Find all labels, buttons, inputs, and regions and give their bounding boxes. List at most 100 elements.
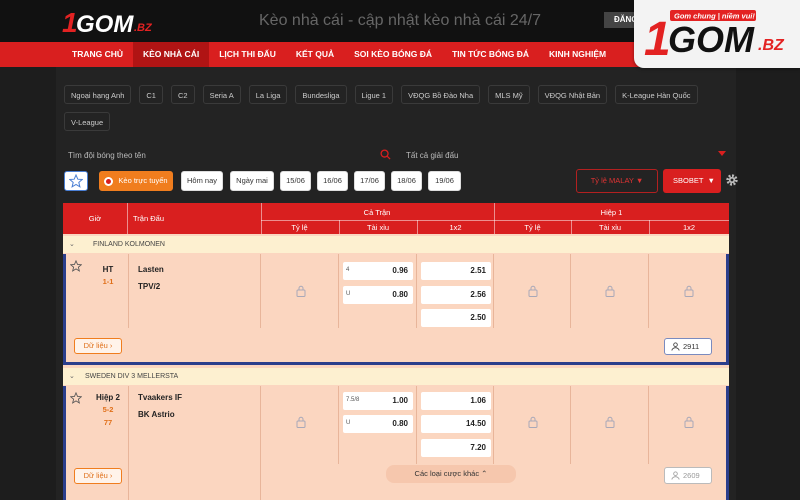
handicap-line: U — [346, 291, 351, 297]
team-search-input[interactable]: Tìm đội bóng theo tên — [68, 151, 146, 160]
odds-type-select[interactable]: Tỷ lệ MALAY ▼ — [576, 169, 658, 193]
bettor-count[interactable]: 2911 — [664, 338, 712, 355]
header-first-half: Hiệp 1 — [600, 208, 623, 217]
header-time: Giờ — [88, 214, 102, 223]
league-chip[interactable]: Ligue 1 — [354, 85, 394, 104]
odds-draw[interactable]: 14.50 — [421, 415, 491, 433]
caret-down-icon: ▼ — [707, 176, 715, 185]
lock-icon — [296, 416, 306, 428]
nav-results[interactable]: KẾT QUẢ — [286, 42, 344, 67]
bookmaker-select[interactable]: SBOBET ▼ — [663, 169, 721, 193]
svg-text:Gom chung | niềm vui!: Gom chung | niềm vui! — [674, 12, 755, 21]
odds-value: 2.56 — [470, 290, 486, 299]
league-chip[interactable]: MLS Mỹ — [488, 85, 530, 104]
data-button-label: Dữ liệu — [83, 341, 108, 350]
caret-down-icon: ▼ — [635, 176, 644, 185]
league-name: FINLAND KOLMONEN — [93, 241, 165, 248]
filter-bar: Kèo trực tuyến Hôm nay Ngày mai 15/06 16… — [64, 169, 738, 193]
more-bets-label: Các loại cược khác — [414, 469, 480, 478]
bettor-count[interactable]: 2609 — [664, 467, 712, 484]
odds-over[interactable]: 7.5/8 1.00 — [343, 392, 413, 410]
odds-home-win[interactable]: 2.51 — [421, 262, 491, 280]
person-icon — [671, 471, 680, 480]
tomorrow-button[interactable]: Ngày mai — [230, 171, 274, 191]
league-chip[interactable]: VĐQG Bồ Đào Nha — [401, 85, 481, 104]
tournament-select[interactable]: Tất cả giải đấu — [406, 151, 458, 160]
header-match: Trận Đấu — [133, 214, 164, 223]
date-button[interactable]: 18/06 — [391, 171, 422, 191]
league-header[interactable]: ⌄ SWEDEN DIV 3 MELLERSTA — [63, 368, 729, 385]
away-team: TPV/2 — [138, 282, 161, 291]
league-filter-list: Ngoại hạng Anh C1 C2 Seria A La Liga Bun… — [64, 85, 724, 131]
chevron-down-icon[interactable]: ⌄ — [69, 236, 75, 253]
league-header[interactable]: ⌄ FINLAND KOLMONEN — [63, 236, 729, 253]
nav-odds[interactable]: KÈO NHÀ CÁI — [133, 42, 210, 67]
data-button[interactable]: Dữ liệu › — [74, 338, 122, 354]
date-button[interactable]: 17/06 — [354, 171, 385, 191]
favorite-filter-button[interactable] — [64, 171, 88, 191]
lock-icon — [605, 416, 615, 428]
league-chip[interactable]: C1 — [139, 85, 163, 104]
away-team: BK Astrio — [138, 410, 175, 419]
nav-predictions[interactable]: SOI KÈO BÓNG ĐÁ — [344, 42, 442, 67]
chevron-down-icon[interactable]: ⌄ — [69, 368, 75, 385]
date-button[interactable]: 15/06 — [280, 171, 311, 191]
star-icon[interactable] — [70, 260, 82, 272]
odds-over[interactable]: 4 0.96 — [343, 262, 413, 280]
lock-icon — [528, 416, 538, 428]
header-full-match: Cả Trận — [363, 208, 391, 217]
match-score: 5-2 — [102, 405, 114, 414]
odds-draw[interactable]: 2.56 — [421, 286, 491, 304]
odds-value: 0.80 — [392, 419, 408, 428]
lock-icon — [296, 285, 306, 297]
header-1x2: 1x2 — [682, 223, 696, 232]
header-over-under: Tài xỉu — [598, 223, 622, 232]
league-chip[interactable]: VĐQG Nhật Bản — [537, 85, 608, 104]
chevron-up-icon: ⌃ — [481, 469, 488, 478]
odds-under[interactable]: U 0.80 — [343, 286, 413, 304]
league-chip[interactable]: V-League — [64, 112, 111, 131]
league-chip[interactable]: Ngoại hạng Anh — [64, 85, 132, 104]
caret-down-icon[interactable] — [718, 151, 726, 156]
date-button[interactable]: 16/06 — [317, 171, 348, 191]
odds-away-win[interactable]: 7.20 — [421, 439, 491, 457]
site-logo-large[interactable]: 1 GOM .BZ Gom chung | niềm vui! — [634, 0, 800, 68]
nav-experience[interactable]: KINH NGHIỆM — [539, 42, 616, 67]
lock-icon — [684, 416, 694, 428]
nav-schedule[interactable]: LỊCH THI ĐẤU — [209, 42, 286, 67]
league-chip[interactable]: C2 — [170, 85, 195, 104]
match-minute: 77 — [103, 418, 113, 427]
odds-home-win[interactable]: 1.06 — [421, 392, 491, 410]
league-chip[interactable]: Bundesliga — [295, 85, 347, 104]
league-chip[interactable]: Seria A — [202, 85, 241, 104]
table-header: Giờ Trận Đấu Cả Trận Hiệp 1 Tỷ lệ Tài xỉ… — [63, 203, 729, 234]
svg-text:.BZ: .BZ — [758, 37, 785, 54]
match-row: HT 1-1 Lasten TPV/2 4 0.96 U 0.80 2.51 2.5… — [63, 254, 729, 328]
odds-value: 1.06 — [470, 396, 486, 405]
match-footer: Dữ liệu › 2911 — [63, 328, 729, 365]
gear-icon[interactable] — [725, 173, 739, 187]
league-chip[interactable]: La Liga — [248, 85, 288, 104]
nav-home[interactable]: TRANG CHỦ — [62, 42, 133, 67]
match-score: 1-1 — [102, 277, 114, 286]
live-odds-button[interactable]: Kèo trực tuyến — [99, 171, 173, 191]
match-time: HT — [102, 265, 114, 274]
svg-text:GOM: GOM — [668, 19, 755, 60]
odds-away-win[interactable]: 2.50 — [421, 309, 491, 327]
nav-news[interactable]: TIN TỨC BÓNG ĐÁ — [442, 42, 539, 67]
search-icon[interactable] — [380, 149, 391, 160]
star-icon[interactable] — [70, 392, 82, 404]
more-bets-button[interactable]: Các loại cược khác ⌃ — [386, 465, 516, 483]
data-button[interactable]: Dữ liệu › — [74, 468, 122, 484]
today-button[interactable]: Hôm nay — [181, 171, 223, 191]
person-icon — [671, 342, 680, 351]
odds-type-label: Tỷ lệ MALAY — [590, 176, 634, 185]
header-over-under: Tài xỉu — [366, 223, 390, 232]
login-button[interactable]: ĐĂNG — [604, 12, 638, 28]
odds-value: 7.20 — [470, 443, 486, 452]
league-chip[interactable]: K-League Hàn Quốc — [615, 85, 698, 104]
lock-icon — [684, 285, 694, 297]
odds-under[interactable]: U 0.80 — [343, 415, 413, 433]
odds-value: 0.96 — [392, 266, 408, 275]
date-button[interactable]: 19/06 — [428, 171, 461, 191]
